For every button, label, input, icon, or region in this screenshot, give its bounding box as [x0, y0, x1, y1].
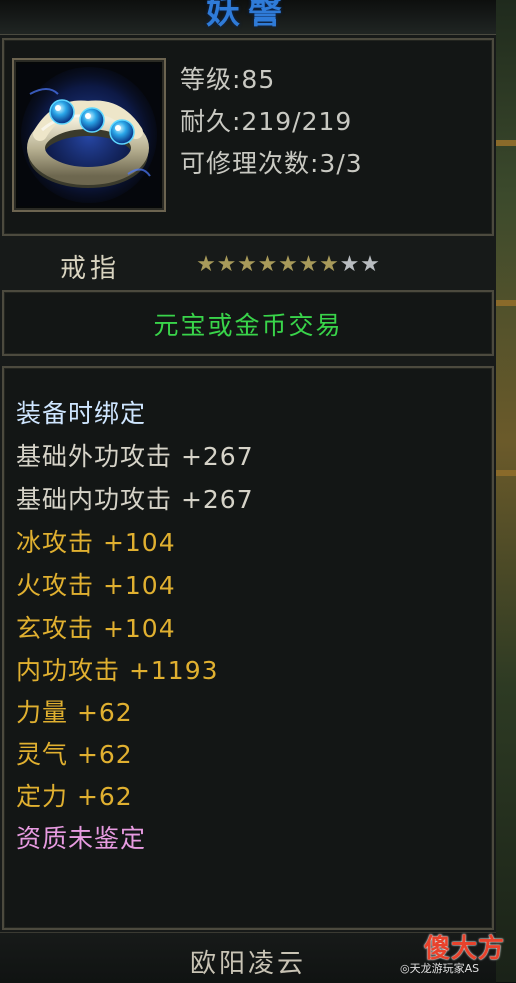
star-icon-filled: ★ — [196, 252, 216, 277]
item-icon-frame — [12, 58, 166, 212]
item-info-box: 等级:85 耐久:219/219 可修理次数:3/3 — [2, 38, 494, 236]
trade-method: 元宝或金币交易 — [153, 311, 343, 340]
attribute-line: 灵气 +62 — [16, 740, 133, 769]
star-icon-filled: ★ — [298, 252, 319, 277]
attribute-line: 冰攻击 +104 — [16, 528, 176, 557]
star-icon-filled: ★ — [257, 252, 278, 277]
ring-icon — [18, 64, 160, 206]
attribute-line: 火攻击 +104 — [16, 571, 176, 600]
attribute-list: 装备时绑定 基础外功攻击 +267 基础内功攻击 +267 冰攻击 +104 火… — [2, 366, 494, 930]
item-type-row: 戒指 ★★★★★★★★★ — [0, 240, 496, 286]
watermark: 傻大方 ◎天龙游玩家AS — [398, 926, 514, 982]
attribute-line: 玄攻击 +104 — [16, 614, 176, 643]
star-icon-filled: ★ — [278, 252, 298, 277]
attribute-line: 基础内功攻击 +267 — [16, 485, 254, 514]
attribute-line: 力量 +62 — [16, 698, 133, 727]
trade-info-box: 元宝或金币交易 — [2, 290, 494, 356]
attribute-line: 装备时绑定 — [16, 399, 147, 428]
attribute-line: 资质未鉴定 — [16, 824, 147, 853]
item-repair-count: 可修理次数:3/3 — [180, 149, 363, 178]
star-icon-empty: ★ — [339, 252, 360, 277]
item-type: 戒指 — [60, 254, 121, 284]
item-durability: 耐久:219/219 — [180, 107, 353, 136]
item-name: 妖謦 — [206, 0, 290, 32]
star-icon-filled: ★ — [216, 252, 237, 277]
star-rating: ★★★★★★★★★ — [196, 252, 381, 278]
item-level: 等级:85 — [180, 65, 276, 94]
background-scenery — [496, 0, 516, 982]
attribute-line: 定力 +62 — [16, 782, 133, 811]
item-tooltip-panel: 妖謦 等级:85 耐久:219/219 可修理次数:3/3 戒指 ★★★★★★★… — [0, 0, 496, 983]
star-icon-filled: ★ — [319, 252, 339, 277]
star-icon-filled: ★ — [237, 252, 257, 277]
attribute-line: 基础外功攻击 +267 — [16, 442, 254, 471]
title-bar: 妖謦 — [0, 0, 496, 35]
watermark-caption: ◎天龙游玩家AS — [400, 962, 480, 975]
star-icon-empty: ★ — [360, 252, 380, 277]
attribute-line: 内功攻击 +1193 — [16, 656, 219, 685]
